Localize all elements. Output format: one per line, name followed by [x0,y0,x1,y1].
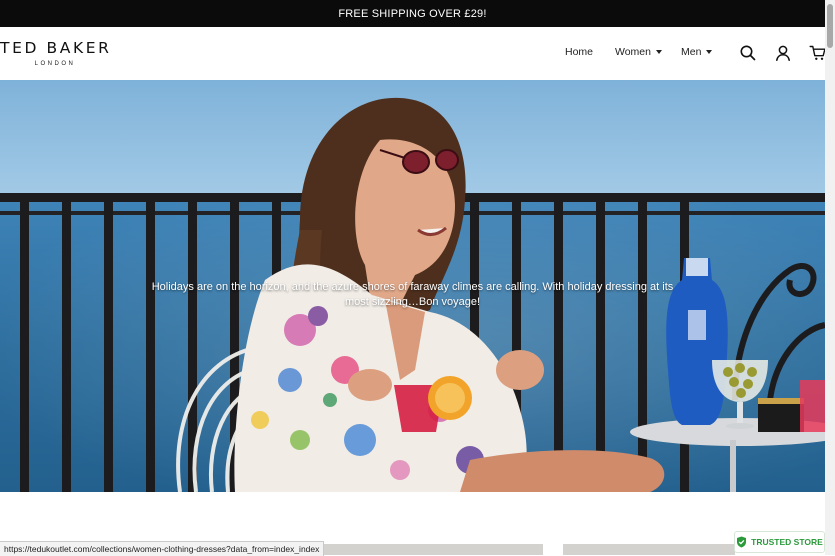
account-icon[interactable] [774,44,792,62]
product-card[interactable] [563,544,735,555]
nav-home[interactable]: Home [565,46,593,58]
nav-home-label: Home [565,46,594,58]
hero-banner[interactable]: Holidays are on the horizon, and the azu… [0,80,825,492]
trusted-store-label: TRUSTED STORE [751,537,823,547]
nav-men-label: Men [681,46,702,58]
page-scrollbar[interactable] [825,0,835,555]
announcement-bar: FREE SHIPPING OVER £29! [0,0,825,27]
announcement-text: FREE SHIPPING OVER £29! [338,7,487,20]
chevron-down-icon [656,50,662,54]
product-card[interactable] [300,544,543,555]
logo-wordmark: TED BAKER [0,39,112,57]
hero-caption: Holidays are on the horizon, and the azu… [151,281,674,308]
site-header: TED BAKER LONDON Home Women Men [0,27,826,80]
status-bar-url: https://tedukoutlet.com/collections/wome… [0,541,325,556]
scrollbar-thumb[interactable] [827,4,833,48]
logo-subline: LONDON [34,61,76,67]
nav-women[interactable]: Women [615,46,662,58]
nav-women-label: Women [615,46,651,58]
chevron-down-icon [706,50,713,54]
shield-check-icon [737,536,747,548]
search-icon[interactable] [739,44,757,62]
trusted-store-badge[interactable]: TRUSTED STORE [734,531,825,553]
brand-logo[interactable]: TED BAKER LONDON [0,39,110,67]
nav-men[interactable]: Men [681,46,713,58]
